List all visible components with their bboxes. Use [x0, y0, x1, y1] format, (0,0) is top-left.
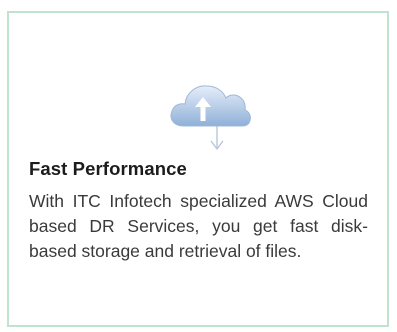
feature-card: Fast Performance With ITC Infotech speci…	[7, 11, 389, 327]
feature-description: With ITC Infotech specialized AWS Cloud …	[29, 191, 368, 261]
feature-title: Fast Performance	[29, 158, 187, 179]
cloud-upload-download-icon	[167, 74, 251, 154]
